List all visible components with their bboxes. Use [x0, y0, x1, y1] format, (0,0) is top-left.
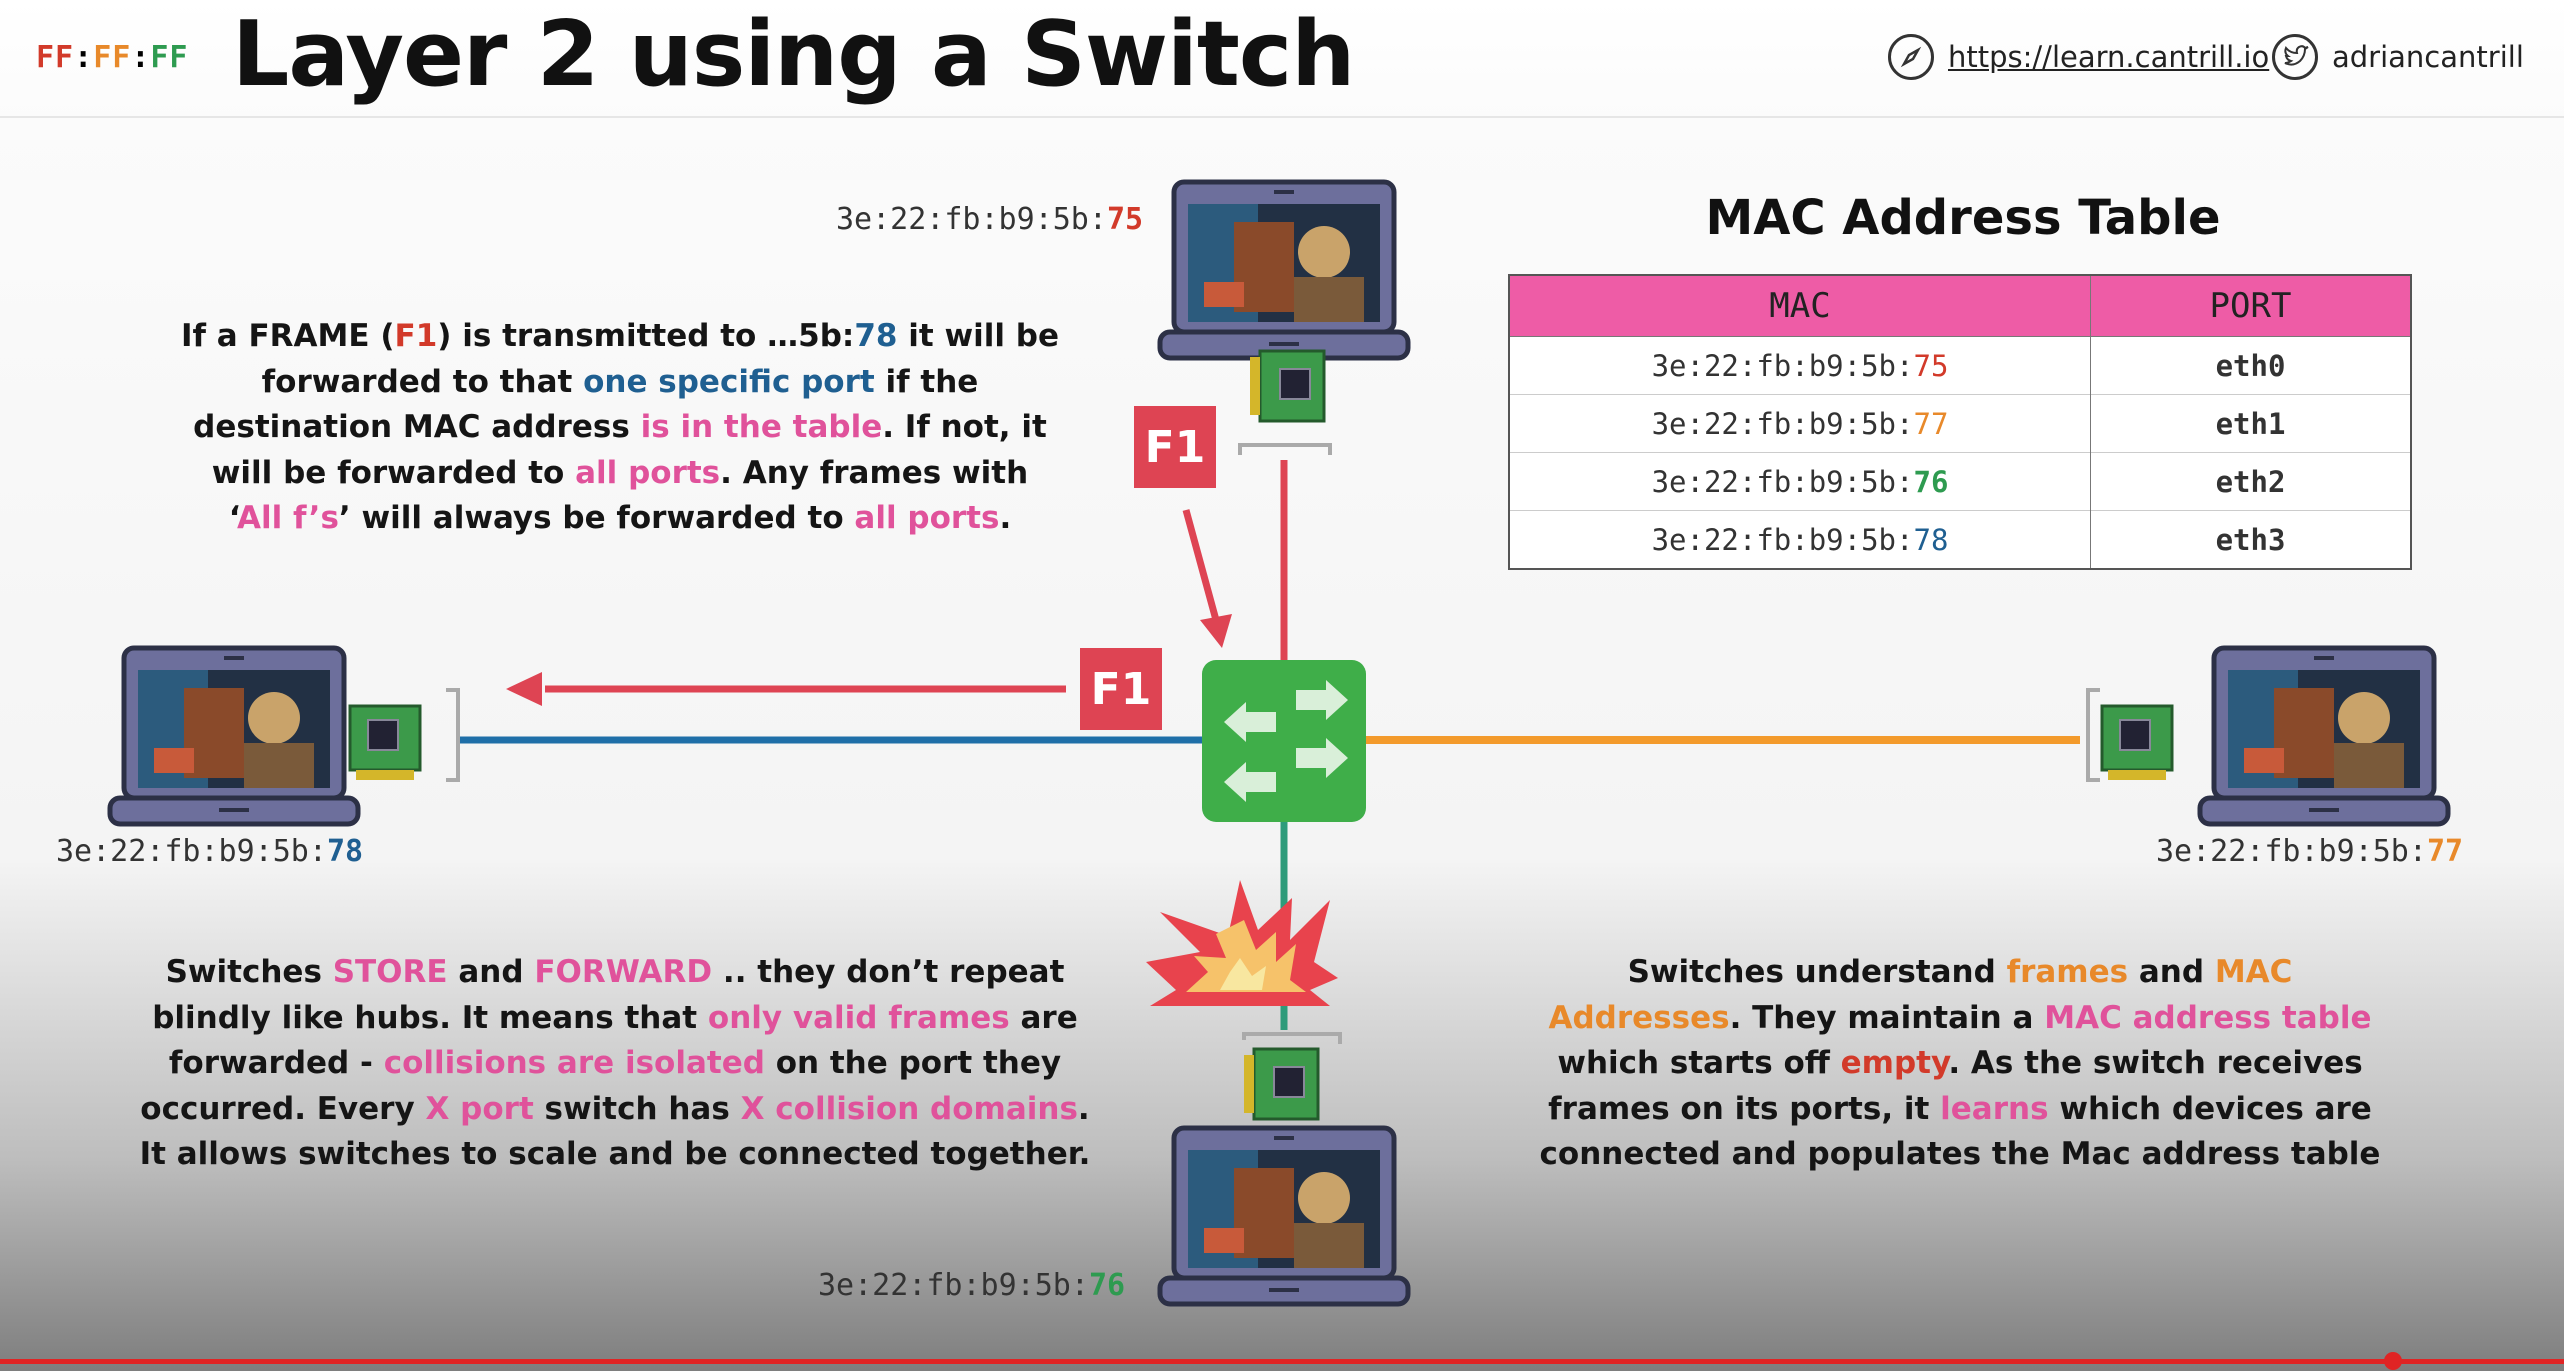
nic-right — [2100, 704, 2174, 782]
cell-mac: 3e:22:fb:b9:5b:76 — [1508, 452, 2091, 511]
laptop-bottom — [1160, 1128, 1408, 1304]
switch-icon — [1202, 660, 1366, 822]
cell-mac: 3e:22:fb:b9:5b:77 — [1508, 394, 2091, 453]
mac-suffix: 77 — [2426, 834, 2464, 869]
cell-port: eth3 — [2090, 510, 2411, 569]
frame-badge-left: F1 — [1080, 648, 1162, 730]
video-progress-bar[interactable] — [0, 1359, 2564, 1364]
mac-label-left: 3e:22:fb:b9:5b:78 — [56, 834, 363, 869]
collision-explosion-icon — [1146, 880, 1338, 1006]
video-progress-handle[interactable] — [2384, 1352, 2402, 1370]
mac-prefix: 3e:22:fb:b9:5b: — [2156, 834, 2427, 869]
mac-prefix: 3e:22:fb:b9:5b: — [818, 1268, 1089, 1303]
laptop-left — [110, 648, 358, 824]
cell-port: eth1 — [2090, 394, 2411, 453]
table-row: 3e:22:fb:b9:5b:77 eth1 — [1508, 394, 2411, 453]
mac-label-top: 3e:22:fb:b9:5b:75 — [836, 202, 1143, 237]
table-row: 3e:22:fb:b9:5b:76 eth2 — [1508, 452, 2411, 511]
frame-forwarding-text: If a FRAME (F1) is transmitted to …5b:78… — [180, 318, 1060, 536]
laptop-right — [2200, 648, 2448, 824]
nic-bottom — [1242, 1047, 1320, 1121]
arrow-frame-in — [1182, 509, 1220, 621]
cell-mac: 3e:22:fb:b9:5b:78 — [1508, 510, 2091, 569]
nic-top — [1248, 349, 1326, 423]
mac-suffix: 75 — [1106, 202, 1144, 237]
cell-port: eth2 — [2090, 452, 2411, 511]
cell-port: eth0 — [2090, 336, 2411, 395]
store-forward-text: Switches STORE and FORWARD .. they don’t… — [139, 954, 1091, 1172]
mac-suffix: 76 — [1088, 1268, 1126, 1303]
cell-mac: 3e:22:fb:b9:5b:75 — [1508, 336, 2091, 395]
column-header-mac: MAC — [1508, 274, 2091, 337]
nic-left — [348, 704, 422, 782]
mac-learning-text: Switches understand frames and MAC Addre… — [1539, 954, 2381, 1172]
mac-prefix: 3e:22:fb:b9:5b: — [836, 202, 1107, 237]
table-row: 3e:22:fb:b9:5b:78 eth3 — [1508, 510, 2411, 569]
mac-label-right: 3e:22:fb:b9:5b:77 — [2156, 834, 2463, 869]
mac-prefix: 3e:22:fb:b9:5b: — [56, 834, 327, 869]
laptop-top — [1160, 182, 1408, 358]
column-header-port: PORT — [2090, 274, 2412, 337]
mac-table-title: MAC Address Table — [1705, 190, 2221, 246]
mac-label-bottom: 3e:22:fb:b9:5b:76 — [818, 1268, 1125, 1303]
table-row: 3e:22:fb:b9:5b:75 eth0 — [1508, 336, 2411, 395]
table-header-row: MAC PORT — [1508, 274, 2412, 337]
mac-suffix: 78 — [326, 834, 364, 869]
mac-address-table: MAC PORT 3e:22:fb:b9:5b:75 eth0 3e:22:fb… — [1508, 274, 2412, 570]
